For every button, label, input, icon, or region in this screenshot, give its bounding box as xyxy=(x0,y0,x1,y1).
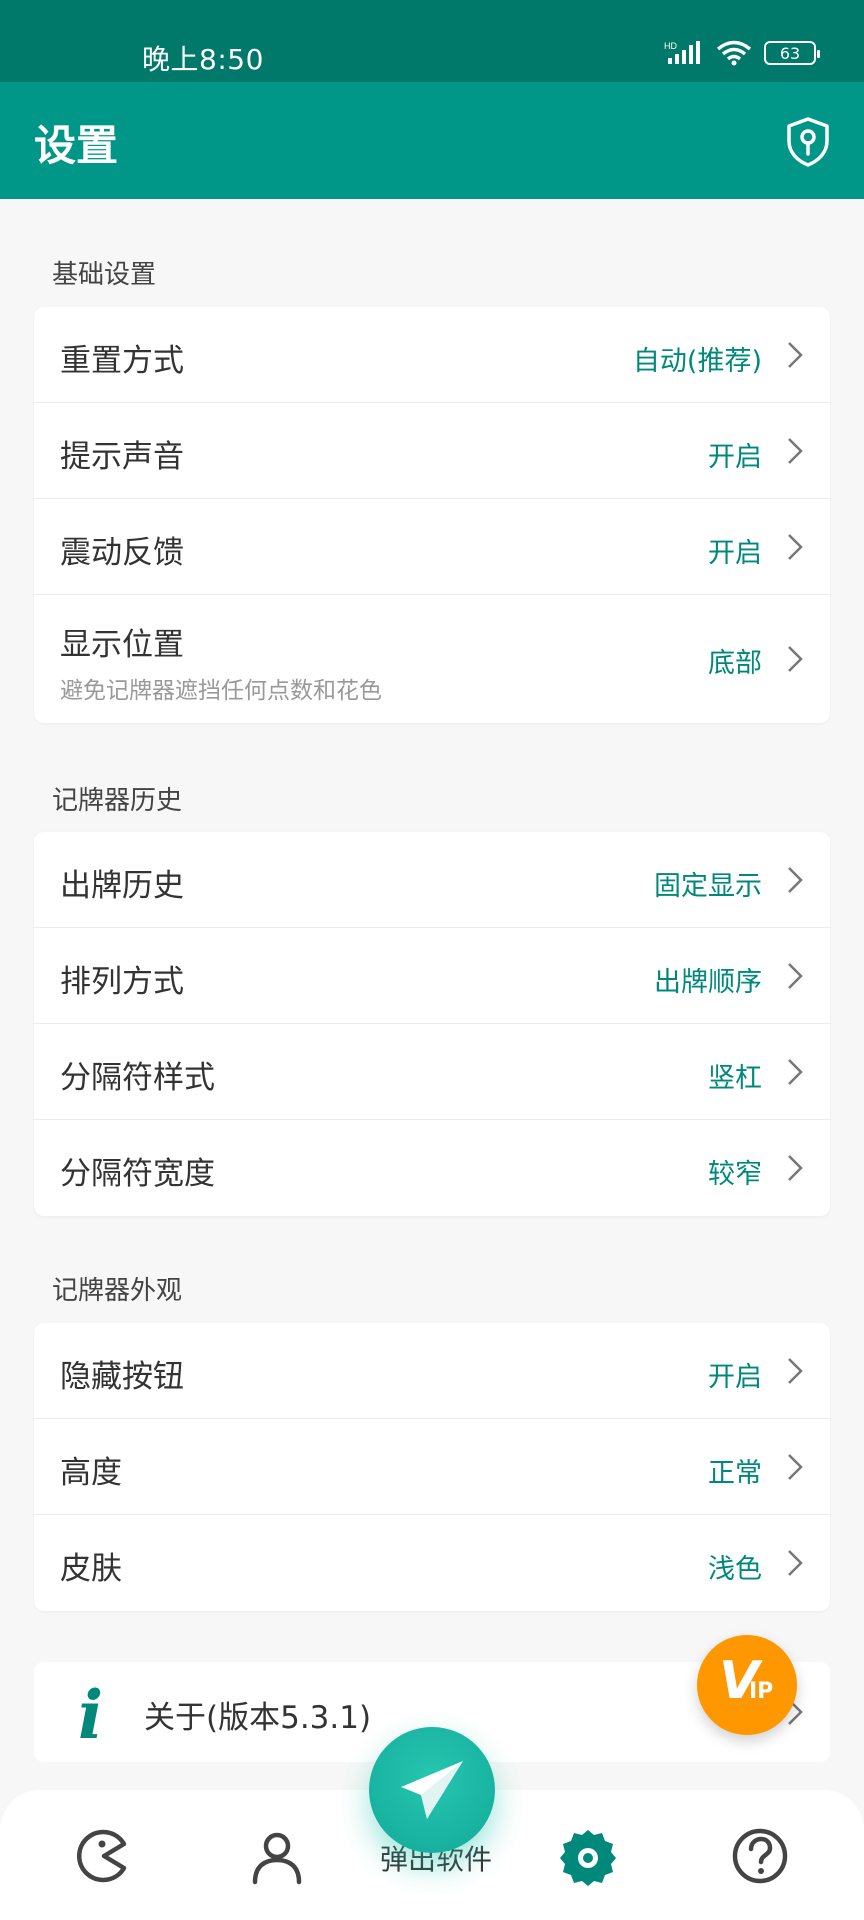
chevron-right-icon xyxy=(788,963,803,989)
battery-icon: 63 xyxy=(764,41,820,65)
chevron-right-icon xyxy=(788,1155,803,1181)
status-icons: HD 63 xyxy=(664,40,820,66)
settings-card-basic: 重置方式 自动(推荐) 提示声音 开启 震动反馈 开启 显示位置 避免记牌器遮挡… xyxy=(34,307,830,723)
page-title: 设置 xyxy=(34,121,119,170)
setting-row-separator-style[interactable]: 分隔符样式 竖杠 xyxy=(34,1024,830,1120)
setting-value: 开启 xyxy=(708,442,762,473)
setting-row-separator-width[interactable]: 分隔符宽度 较窄 xyxy=(34,1120,830,1216)
chevron-right-icon xyxy=(788,342,803,368)
setting-value: 自动(推荐) xyxy=(632,346,762,377)
setting-label: 分隔符宽度 xyxy=(60,1156,215,1192)
chevron-right-icon xyxy=(788,646,803,672)
info-icon: i xyxy=(78,1676,104,1754)
setting-label: 高度 xyxy=(60,1455,122,1491)
setting-value: 固定显示 xyxy=(654,871,762,902)
app-bar: 设置 xyxy=(0,82,864,199)
settings-card-appearance: 隐藏按钮 开启 高度 正常 皮肤 浅色 xyxy=(34,1323,830,1611)
chevron-right-icon xyxy=(788,1550,803,1576)
setting-row-vibration[interactable]: 震动反馈 开启 xyxy=(34,499,830,595)
setting-row-reset-mode[interactable]: 重置方式 自动(推荐) xyxy=(34,307,830,403)
setting-label: 提示声音 xyxy=(60,439,184,475)
setting-label: 显示位置 xyxy=(60,627,184,663)
setting-row-display-position[interactable]: 显示位置 避免记牌器遮挡任何点数和花色 底部 xyxy=(34,595,830,723)
setting-row-sort-order[interactable]: 排列方式 出牌顺序 xyxy=(34,928,830,1024)
setting-value: 开启 xyxy=(708,1362,762,1393)
setting-row-hide-button[interactable]: 隐藏按钮 开启 xyxy=(34,1323,830,1419)
gear-icon[interactable] xyxy=(558,1826,618,1886)
about-label: 关于(版本5.3.1) xyxy=(144,1700,372,1736)
setting-label: 重置方式 xyxy=(60,343,184,379)
setting-label: 分隔符样式 xyxy=(60,1060,215,1096)
setting-label: 出牌历史 xyxy=(60,868,184,904)
section-title-appearance: 记牌器外观 xyxy=(52,1276,183,1306)
chevron-right-icon xyxy=(788,1454,803,1480)
section-title-basic: 基础设置 xyxy=(52,260,157,290)
pacman-icon[interactable] xyxy=(72,1826,132,1886)
send-fab-button[interactable] xyxy=(369,1727,495,1853)
setting-value: 开启 xyxy=(708,538,762,569)
setting-value: 浅色 xyxy=(708,1554,762,1585)
chevron-right-icon xyxy=(788,1358,803,1384)
chevron-right-icon xyxy=(788,438,803,464)
paper-plane-icon xyxy=(401,1761,463,1819)
setting-value: 底部 xyxy=(708,648,762,679)
chevron-right-icon xyxy=(788,867,803,893)
section-title-history: 记牌器历史 xyxy=(52,786,183,816)
setting-value: 较窄 xyxy=(708,1159,762,1190)
chevron-right-icon xyxy=(788,1059,803,1085)
shield-key-icon[interactable] xyxy=(784,116,832,168)
person-icon[interactable] xyxy=(247,1826,307,1886)
setting-row-sound[interactable]: 提示声音 开启 xyxy=(34,403,830,499)
wifi-icon xyxy=(716,40,752,66)
setting-row-play-history[interactable]: 出牌历史 固定显示 xyxy=(34,832,830,928)
setting-label: 皮肤 xyxy=(60,1551,122,1587)
vip-ip: IP xyxy=(749,1679,774,1704)
chevron-right-icon xyxy=(788,534,803,560)
setting-value: 出牌顺序 xyxy=(654,967,762,998)
setting-row-skin[interactable]: 皮肤 浅色 xyxy=(34,1515,830,1611)
help-circle-icon[interactable] xyxy=(730,1826,790,1886)
battery-level: 63 xyxy=(779,43,801,63)
setting-subtitle: 避免记牌器遮挡任何点数和花色 xyxy=(60,678,382,704)
setting-label: 隐藏按钮 xyxy=(60,1359,184,1395)
status-time: 晚上8:50 xyxy=(142,43,264,76)
setting-label: 震动反馈 xyxy=(60,535,184,571)
svg-text:HD: HD xyxy=(664,41,677,51)
setting-label: 排列方式 xyxy=(60,964,184,1000)
vip-fab-button[interactable]: V IP xyxy=(697,1635,797,1735)
status-bar: 晚上8:50 HD 63 xyxy=(0,0,864,82)
setting-value: 竖杠 xyxy=(708,1063,762,1094)
settings-card-history: 出牌历史 固定显示 排列方式 出牌顺序 分隔符样式 竖杠 分隔符宽度 较窄 xyxy=(34,832,830,1216)
setting-row-height[interactable]: 高度 正常 xyxy=(34,1419,830,1515)
setting-value: 正常 xyxy=(708,1458,762,1489)
signal-icon: HD xyxy=(664,41,700,64)
